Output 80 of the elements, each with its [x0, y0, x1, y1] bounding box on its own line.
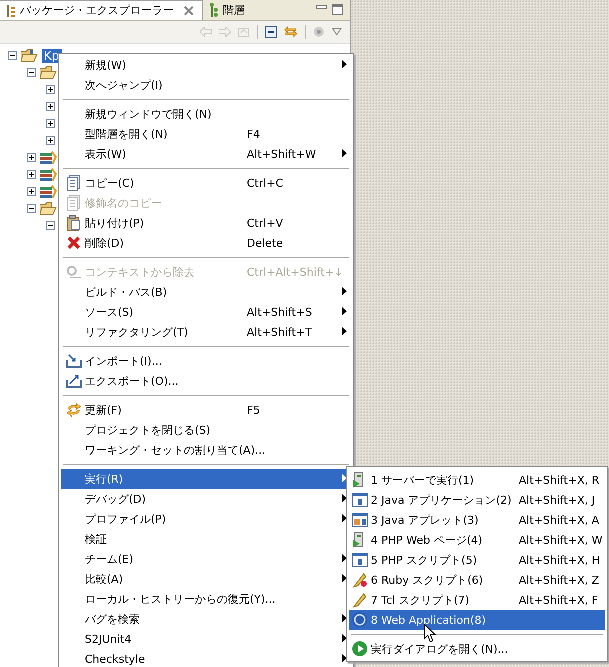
- submenu-arrow-icon: [342, 654, 347, 663]
- menu-item[interactable]: ワーキング・セットの割り当て(A)...: [61, 440, 351, 460]
- menu-item[interactable]: リファクタリング(T) Alt+Shift+T: [61, 322, 351, 342]
- menu-item[interactable]: 貼り付け(P) Ctrl+V: [61, 213, 351, 233]
- feather-icon: [352, 572, 368, 588]
- expander-icon[interactable]: [46, 136, 55, 145]
- menu-item[interactable]: コピー(C) Ctrl+C: [61, 173, 351, 193]
- delete-icon: [67, 236, 81, 250]
- menu-item[interactable]: 型階層を開く(N) F4: [61, 124, 351, 144]
- submenu-arrow-icon: [342, 287, 347, 296]
- expander-icon[interactable]: [27, 153, 36, 162]
- menu-item[interactable]: エクスポート(O)...: [61, 371, 351, 391]
- menu-item[interactable]: 6 Ruby スクリプト(6) Alt+Shift+X, Z: [349, 570, 605, 590]
- link-arrows-icon[interactable]: [284, 26, 298, 38]
- books-icon: [40, 168, 57, 182]
- menu-item[interactable]: 新規(W): [61, 55, 351, 75]
- submenu-arrow-icon: [342, 614, 347, 623]
- menu-item[interactable]: 次へジャンプ(I): [61, 75, 351, 95]
- expander-icon[interactable]: [46, 85, 55, 94]
- document-icon: [67, 175, 81, 191]
- submenu-arrow-icon: [342, 634, 347, 643]
- menu-item[interactable]: 4 PHP Web ページ(4) Alt+Shift+X, W: [349, 530, 605, 550]
- menu-item[interactable]: 3 Java アプレット(3) Alt+Shift+X, A: [349, 510, 605, 530]
- export-icon: [66, 374, 82, 388]
- close-icon[interactable]: [184, 6, 194, 16]
- submenu-arrow-icon: [342, 149, 347, 158]
- menu-item[interactable]: 更新(F) F5: [61, 400, 351, 420]
- window-icon: [352, 492, 368, 508]
- import-icon: [66, 354, 82, 368]
- menu-item[interactable]: インポート(I)...: [61, 351, 351, 371]
- menu-item[interactable]: 実行ダイアログを開く(N)...: [349, 639, 605, 659]
- submenu-arrow-icon: [342, 327, 347, 336]
- submenu-arrow-icon: [342, 554, 347, 563]
- refresh-icon: [66, 403, 82, 417]
- submenu-arrow-icon: [342, 60, 347, 69]
- menu-item[interactable]: 削除(D) Delete: [61, 233, 351, 253]
- expander-icon[interactable]: [27, 204, 36, 213]
- run-icon: [352, 641, 368, 657]
- tree-icon: [6, 4, 16, 16]
- filter-icon[interactable]: [313, 26, 325, 38]
- expander-icon[interactable]: [27, 170, 36, 179]
- dropdown-icon[interactable]: [332, 28, 342, 36]
- feather-icon: [352, 592, 368, 608]
- expander-icon[interactable]: [46, 221, 55, 230]
- document-icon: [67, 195, 81, 211]
- window-icon: [352, 552, 368, 568]
- menu-item[interactable]: 8 Web Application(8): [349, 610, 605, 630]
- applet-icon: [352, 512, 368, 528]
- menu-item[interactable]: 表示(W) Alt+Shift+W: [61, 144, 351, 164]
- books-icon: [40, 150, 57, 164]
- menu-item[interactable]: 2 Java アプリケーション(2) Alt+Shift+X, J: [349, 490, 605, 510]
- hierarchy-icon: [209, 3, 219, 17]
- menu-item[interactable]: ソース(S) Alt+Shift+S: [61, 302, 351, 322]
- expander-icon[interactable]: [8, 51, 17, 60]
- maximize-icon[interactable]: [332, 4, 344, 16]
- menu-item[interactable]: 7 Tcl スクリプト(7) Alt+Shift+X, F: [349, 590, 605, 610]
- menu-item[interactable]: 5 PHP スクリプト(5) Alt+Shift+X, H: [349, 550, 605, 570]
- expander-icon[interactable]: [27, 187, 36, 196]
- collapse-all-icon[interactable]: [265, 26, 277, 38]
- menu-item[interactable]: 1 サーバーで実行(1) Alt+Shift+X, R: [349, 470, 605, 490]
- menu-item[interactable]: 新規ウィンドウで開く(N): [61, 104, 351, 124]
- expander-icon[interactable]: [46, 102, 55, 111]
- submenu-arrow-icon: [342, 514, 347, 523]
- clipboard-icon: [67, 215, 81, 231]
- view-tab[interactable]: パッケージ・エクスプローラー: [0, 0, 203, 20]
- expander-icon[interactable]: [27, 68, 36, 77]
- submenu-arrow-icon: [342, 307, 347, 316]
- folder-icon: [40, 202, 57, 216]
- menu-item[interactable]: プロジェクトを閉じる(S): [61, 420, 351, 440]
- remove-icon: [66, 265, 82, 279]
- submenu-arrow-icon: [342, 574, 347, 583]
- expander-icon[interactable]: [46, 119, 55, 128]
- folder-icon: [40, 66, 57, 80]
- tab-label: パッケージ・エクスプローラー: [20, 3, 174, 18]
- project-folder-icon: [21, 48, 38, 62]
- submenu-arrow-icon: [342, 494, 347, 503]
- globe-icon: [352, 612, 368, 628]
- tab-label: 階層: [223, 2, 245, 18]
- menu-item[interactable]: ビルド・パス(B): [61, 282, 351, 302]
- books-icon: [40, 184, 57, 198]
